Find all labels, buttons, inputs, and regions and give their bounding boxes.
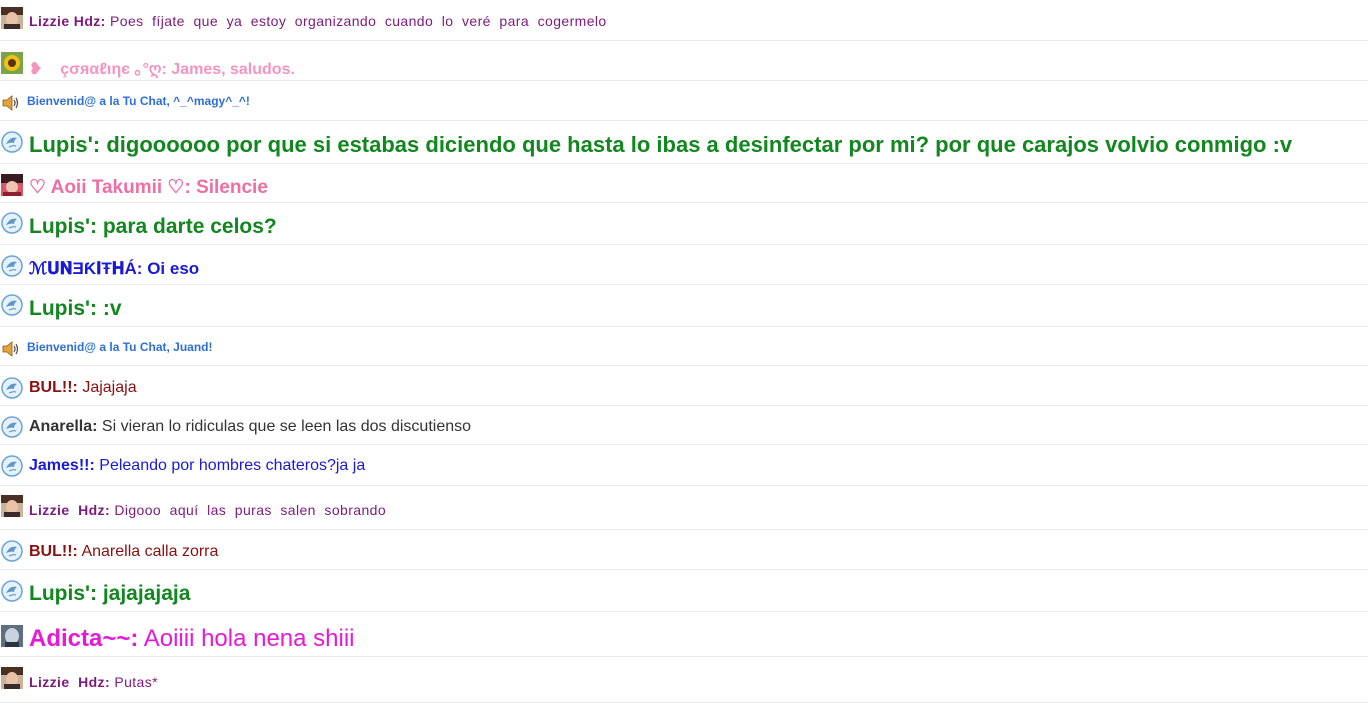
system-message: Bienvenid@ a la Tu Chat, ^_^magy^_^! — [0, 81, 1368, 121]
message-text: Putas* — [114, 674, 158, 690]
message-text: digoooooo por que si estabas diciendo qu… — [106, 132, 1293, 157]
message-text: Aoiiii hola nena shiii — [143, 625, 355, 652]
message-text: Silencie — [196, 177, 268, 198]
message-text: Digooo aquí las puras salen sobrando — [114, 502, 387, 518]
chat-message: Adicta~~: Aoiiii hola nena shiii — [0, 612, 1368, 657]
message-text: :v — [102, 297, 122, 320]
chat-message: James!!: Peleando por hombres chateros?j… — [0, 445, 1368, 486]
message-text: Poes fíjate que ya estoy organizando cua… — [110, 13, 607, 29]
chat-message: Lupis': digoooooo por que si estabas dic… — [0, 121, 1368, 164]
sunflower-avatar-icon[interactable] — [1, 52, 23, 74]
message-username[interactable]: ❥ çσяαℓιηє ｡°ღ: — [29, 61, 167, 78]
chat-message: ♡ Aoii Takumii ♡: Silencie — [0, 164, 1368, 203]
message-username[interactable]: Lupis': — [29, 215, 97, 238]
chat-message: Lupis': :v — [0, 285, 1368, 327]
chat-message: Lizzie Hdz: Poes fíjate que ya estoy org… — [0, 0, 1368, 41]
dolphin-icon[interactable] — [1, 131, 23, 153]
message-text: Bienvenid@ a la Tu Chat, ^_^magy^_^! — [27, 94, 250, 108]
message-username[interactable]: Lupis': — [29, 297, 97, 320]
message-username[interactable]: Lizzie Hdz: — [29, 674, 110, 690]
avatar-photo-icon[interactable] — [1, 7, 23, 29]
message-text: Jajajaja — [82, 379, 137, 396]
message-text: Oi eso — [147, 259, 200, 278]
chat-message: BUL!!: Jajajaja — [0, 366, 1368, 406]
message-username[interactable]: ♡ Aoii Takumii ♡: — [29, 177, 191, 198]
avatar-photo-icon[interactable] — [1, 174, 23, 196]
dolphin-icon[interactable] — [1, 212, 23, 234]
dolphin-icon[interactable] — [1, 255, 23, 277]
avatar-photo-icon[interactable] — [1, 625, 23, 647]
message-text: Bienvenid@ a la Tu Chat, Juand! — [27, 340, 213, 354]
chat-message: Lizzie Hdz: Putas* — [0, 657, 1368, 703]
avatar-photo-icon[interactable] — [1, 495, 23, 517]
message-username[interactable]: Lizzie Hdz: — [29, 502, 110, 518]
chat-message: Anarella: Si vieran lo ridiculas que se … — [0, 406, 1368, 445]
chat-message: ℳ𝐔𝐍̀ƎƘ𝐈Ŧ𝐇Á: Oi eso — [0, 245, 1368, 285]
message-username[interactable]: BUL!!: — [29, 379, 78, 396]
message-text: para darte celos? — [102, 215, 277, 238]
chat-message: BUL!!: Anarella calla zorra — [0, 530, 1368, 570]
chat-message: Lupis': jajajajaja — [0, 570, 1368, 612]
message-text: James, saludos. — [171, 61, 295, 78]
dolphin-icon[interactable] — [1, 294, 23, 316]
message-username[interactable]: James!!: — [29, 457, 95, 474]
chat-message: Lupis': para darte celos? — [0, 203, 1368, 245]
speaker-icon — [1, 95, 21, 111]
dolphin-icon[interactable] — [1, 455, 23, 477]
dolphin-icon[interactable] — [1, 540, 23, 562]
message-username[interactable]: Anarella: — [29, 418, 97, 435]
message-text: Anarella calla zorra — [81, 543, 219, 560]
message-username[interactable]: Lizzie Hdz: — [29, 13, 106, 29]
message-username[interactable]: Adicta~~: — [29, 625, 138, 652]
message-text: Si vieran lo ridiculas que se leen las d… — [101, 418, 472, 435]
message-text: Peleando por hombres chateros?ja ja — [99, 457, 366, 474]
message-text: jajajajaja — [102, 582, 191, 605]
message-username[interactable]: ℳ𝐔𝐍̀ƎƘ𝐈Ŧ𝐇Á: — [29, 259, 142, 278]
speaker-icon — [1, 341, 21, 357]
chat-message: ❥ çσяαℓιηє ｡°ღ: James, saludos. — [0, 41, 1368, 81]
message-username[interactable]: Lupis': — [29, 582, 97, 605]
dolphin-icon[interactable] — [1, 580, 23, 602]
message-username[interactable]: Lupis': — [29, 132, 100, 157]
dolphin-icon[interactable] — [1, 377, 23, 399]
dolphin-icon[interactable] — [1, 416, 23, 438]
avatar-photo-icon[interactable] — [1, 667, 23, 689]
chat-message: Lizzie Hdz: Digooo aquí las puras salen … — [0, 486, 1368, 530]
message-username[interactable]: BUL!!: — [29, 543, 78, 560]
system-message: Bienvenid@ a la Tu Chat, Juand! — [0, 327, 1368, 366]
